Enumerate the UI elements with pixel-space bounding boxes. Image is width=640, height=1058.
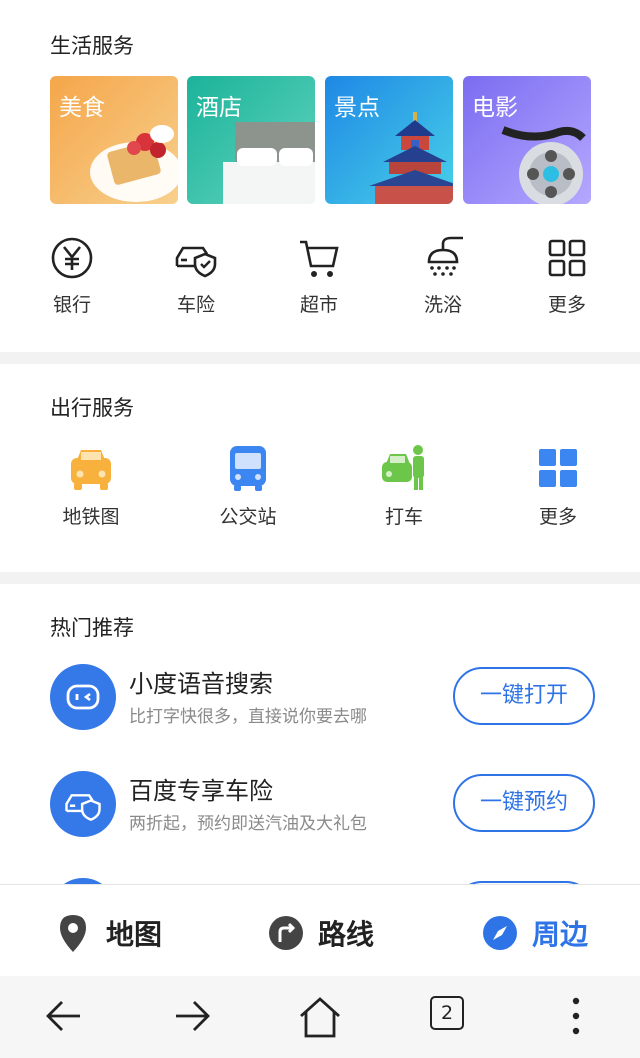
item-title: 百度专享车险	[129, 777, 273, 805]
tab-label: 路线	[318, 918, 375, 951]
car-shield-icon	[65, 794, 101, 821]
service-supermarket[interactable]: 超市	[269, 236, 369, 317]
item-title: 小度语音搜索	[129, 670, 273, 698]
service-label: 洗浴	[423, 294, 462, 316]
travel-subway-map[interactable]: 地铁图	[41, 444, 141, 529]
service-label: 更多	[538, 506, 577, 528]
arrow-left-icon	[46, 1001, 80, 1031]
browser-nav-bar: 2	[0, 976, 640, 1058]
tab-count-badge: 2	[430, 996, 464, 1030]
card-label: 酒店	[196, 95, 242, 121]
open-button[interactable]: 一键打开	[453, 667, 595, 725]
yen-coin-icon	[51, 237, 93, 279]
service-label: 打车	[384, 506, 423, 528]
card-label: 电影	[472, 95, 518, 121]
menu-button[interactable]	[556, 996, 600, 1040]
bus-icon	[230, 446, 266, 491]
service-cards: 美食 酒店 景点 电影	[50, 76, 591, 204]
reserve-button[interactable]: 一键预约	[453, 774, 595, 832]
back-button[interactable]	[44, 996, 88, 1040]
service-label: 车险	[176, 294, 215, 316]
service-more[interactable]: 更多	[517, 236, 617, 317]
service-label: 更多	[547, 294, 586, 316]
bottom-tab-bar: 地图 路线 周边	[0, 884, 640, 976]
card-food[interactable]: 美食	[50, 76, 178, 204]
tab-label: 周边	[532, 918, 589, 951]
travel-more[interactable]: 更多	[508, 444, 608, 529]
taxi-icon	[382, 445, 424, 490]
card-movie[interactable]: 电影	[463, 76, 591, 204]
car-icon	[71, 450, 111, 490]
avatar	[50, 771, 116, 837]
service-bank[interactable]: 银行	[22, 236, 122, 317]
compass-icon	[483, 916, 517, 950]
card-label: 景点	[334, 95, 380, 121]
shower-icon	[427, 236, 463, 276]
arrow-right-icon	[176, 1001, 210, 1031]
service-label: 银行	[52, 294, 91, 316]
grid-icon	[548, 239, 586, 277]
travel-bus-stop[interactable]: 公交站	[198, 444, 298, 529]
tabs-button[interactable]: 2	[430, 996, 474, 1040]
card-spot[interactable]: 景点	[325, 76, 453, 204]
forward-button[interactable]	[172, 996, 216, 1040]
service-car-insurance[interactable]: 车险	[146, 236, 246, 317]
route-icon	[269, 916, 303, 950]
car-shield-icon	[175, 246, 217, 278]
tab-label: 地图	[106, 918, 163, 951]
life-services-section: 生活服务 美食 酒店 景点 电影 银行 车险 超市 洗浴 更多	[0, 0, 640, 352]
card-label: 美食	[59, 95, 105, 121]
item-subtitle: 两折起，预约即送汽油及大礼包	[129, 814, 367, 834]
service-bath[interactable]: 洗浴	[393, 236, 493, 317]
section-title: 出行服务	[50, 396, 134, 420]
more-vertical-icon	[572, 997, 580, 1035]
section-title: 热门推荐	[50, 616, 134, 640]
voice-bot-icon	[66, 684, 100, 710]
travel-taxi[interactable]: 打车	[354, 444, 454, 529]
list-item[interactable]: 百度专享车险 两折起，预约即送汽油及大礼包 一键预约	[0, 771, 640, 871]
service-label: 地铁图	[62, 506, 120, 528]
grid-icon	[539, 449, 577, 487]
list-item[interactable]: 小度语音搜索 比打字快很多，直接说你要去哪 一键打开	[0, 664, 640, 764]
item-subtitle: 比打字快很多，直接说你要去哪	[129, 707, 367, 727]
map-pin-icon	[60, 915, 86, 952]
avatar	[50, 664, 116, 730]
card-hotel[interactable]: 酒店	[187, 76, 315, 204]
home-icon	[300, 997, 340, 1038]
home-button[interactable]	[298, 996, 342, 1040]
hot-recommend-section: 热门推荐 小度语音搜索 比打字快很多，直接说你要去哪 一键打开 百度专享车险 两…	[0, 584, 640, 894]
travel-services-section: 出行服务 地铁图 公交站 打车 更多	[0, 364, 640, 572]
cart-icon	[300, 240, 339, 277]
service-label: 超市	[299, 294, 338, 316]
service-label: 公交站	[219, 506, 277, 528]
section-title: 生活服务	[50, 34, 134, 58]
